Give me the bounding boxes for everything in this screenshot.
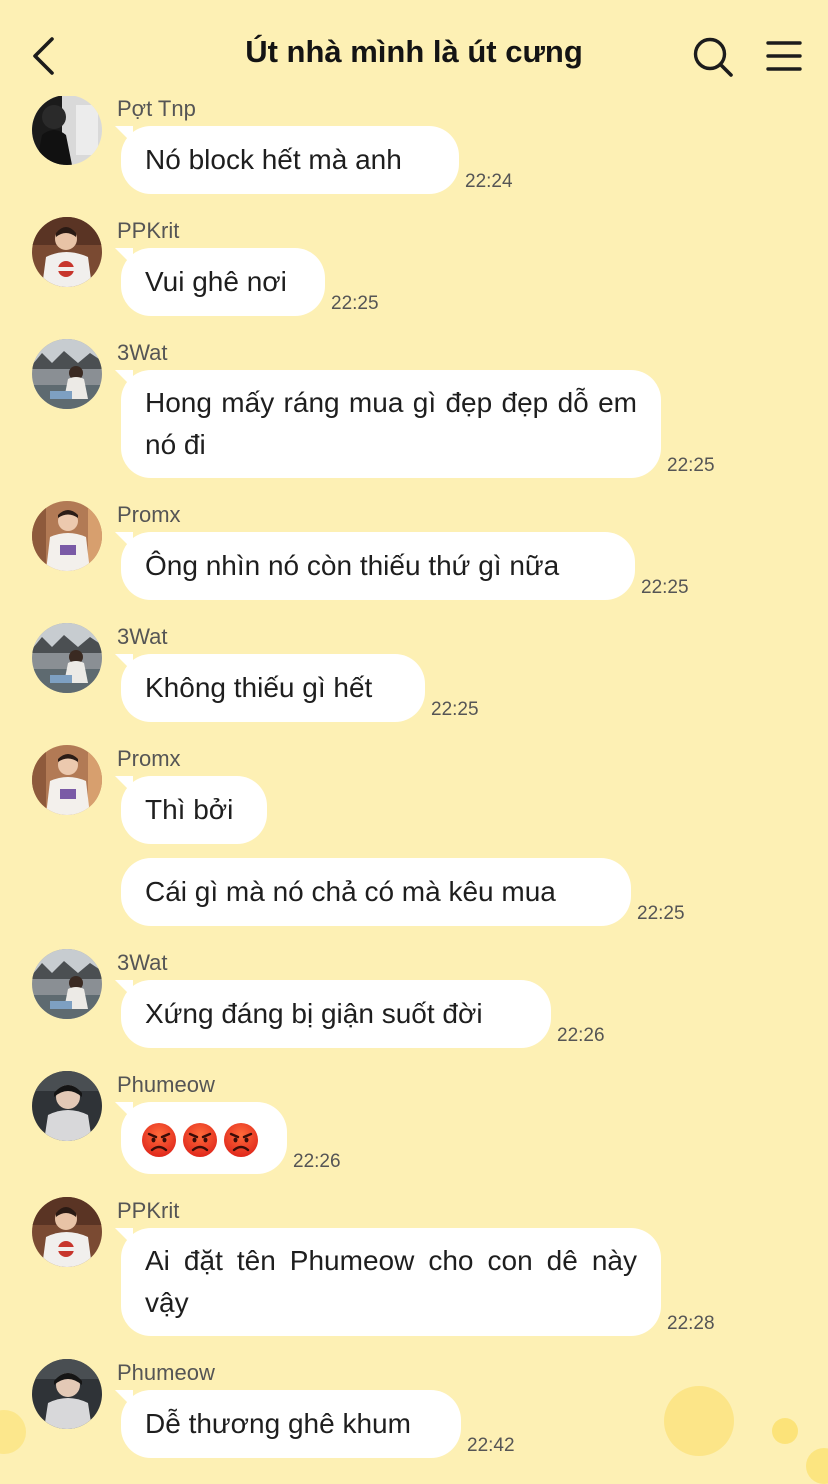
chevron-left-icon [33, 37, 54, 75]
message-bubble[interactable]: Xứng đáng bị giận suốt đời [121, 980, 551, 1048]
sender-name: Promx [117, 502, 181, 527]
avatar[interactable] [32, 501, 102, 571]
avatar-image [32, 1071, 102, 1141]
menu-icon [766, 41, 802, 71]
message-text: Nó block hết mà anh [145, 144, 402, 175]
sender-name: 3Wat [117, 624, 168, 649]
avatar-image [32, 501, 102, 571]
emoji-row [141, 1117, 264, 1159]
avatar-image [32, 95, 102, 165]
search-icon [693, 37, 733, 77]
decor-circle [772, 1418, 798, 1444]
message-bubble[interactable]: Ông nhìn nó còn thiếu thứ gì nữa [121, 532, 635, 600]
message-time: 22:24 [465, 171, 513, 192]
decor-circle [0, 1410, 26, 1454]
message-bubble[interactable]: Thì bởi [121, 776, 267, 844]
avatar-image [32, 339, 102, 409]
menu-button[interactable] [764, 36, 804, 76]
avatar-image [32, 949, 102, 1019]
message-text: Không thiếu gì hết [145, 672, 373, 703]
avatar[interactable] [32, 217, 102, 287]
message-time: 22:42 [467, 1435, 515, 1456]
message-text: Ông nhìn nó còn thiếu thứ gì nữa [145, 550, 560, 581]
avatar[interactable] [32, 95, 102, 165]
message-time: 22:25 [667, 455, 715, 476]
message-bubble[interactable]: Vui ghê nơi [121, 248, 325, 316]
sender-name: Pợt Tnp [117, 96, 196, 121]
message-time: 22:25 [637, 903, 685, 924]
search-button[interactable] [690, 34, 736, 80]
message-bubble[interactable]: Dễ thương ghê khum [121, 1390, 461, 1458]
sender-name: Phumeow [117, 1072, 215, 1097]
angry-face-icon [183, 1122, 217, 1157]
message-time: 22:25 [331, 293, 379, 314]
message-text: Thì bởi [145, 794, 234, 825]
message-time: 22:28 [667, 1313, 715, 1334]
avatar[interactable] [32, 949, 102, 1019]
avatar-image [32, 745, 102, 815]
message-time: 22:26 [293, 1151, 341, 1172]
message-text: Dễ thương ghê khum [145, 1408, 411, 1439]
message-bubble[interactable]: Không thiếu gì hết [121, 654, 425, 722]
sender-name: 3Wat [117, 340, 168, 365]
chat-header: Út nhà mình là út cưng [0, 0, 828, 96]
sender-name: PPKrit [117, 1198, 180, 1223]
sender-name: Phumeow [117, 1360, 215, 1385]
message-text: Cái gì mà nó chả có mà kêu mua [145, 876, 556, 907]
message-text: Hong mấy ráng mua gì đẹp đẹp dỗ em nó đi [145, 387, 637, 460]
message-text: Vui ghê nơi [145, 266, 287, 297]
avatar[interactable] [32, 745, 102, 815]
avatar[interactable] [32, 339, 102, 409]
message-text: Xứng đáng bị giận suốt đời [145, 998, 483, 1029]
back-button[interactable] [26, 34, 66, 78]
avatar-image [32, 1359, 102, 1429]
message-bubble[interactable]: Nó block hết mà anh [121, 126, 459, 194]
chat-title: Út nhà mình là út cưng [245, 34, 583, 69]
avatar[interactable] [32, 1359, 102, 1429]
avatar[interactable] [32, 1071, 102, 1141]
message-bubble[interactable]: Cái gì mà nó chả có mà kêu mua [121, 858, 631, 926]
avatar[interactable] [32, 1197, 102, 1267]
message-bubble[interactable]: Hong mấy ráng mua gì đẹp đẹp dỗ em nó đi [121, 370, 661, 478]
sender-name: Promx [117, 746, 181, 771]
decor-circle [806, 1448, 828, 1484]
message-time: 22:25 [641, 577, 689, 598]
angry-face-icon [224, 1122, 258, 1157]
avatar-image [32, 217, 102, 287]
sender-name: 3Wat [117, 950, 168, 975]
avatar-image [32, 623, 102, 693]
avatar-image [32, 1197, 102, 1267]
message-bubble[interactable] [121, 1102, 287, 1174]
message-bubble[interactable]: Ai đặt tên Phumeow cho con dê này vậy [121, 1228, 661, 1336]
message-time: 22:26 [557, 1025, 605, 1046]
message-time: 22:25 [431, 699, 479, 720]
angry-face-icon [142, 1122, 176, 1157]
decor-circle [664, 1386, 734, 1456]
avatar[interactable] [32, 623, 102, 693]
sender-name: PPKrit [117, 218, 180, 243]
message-text: Ai đặt tên Phumeow cho con dê này vậy [145, 1245, 637, 1318]
